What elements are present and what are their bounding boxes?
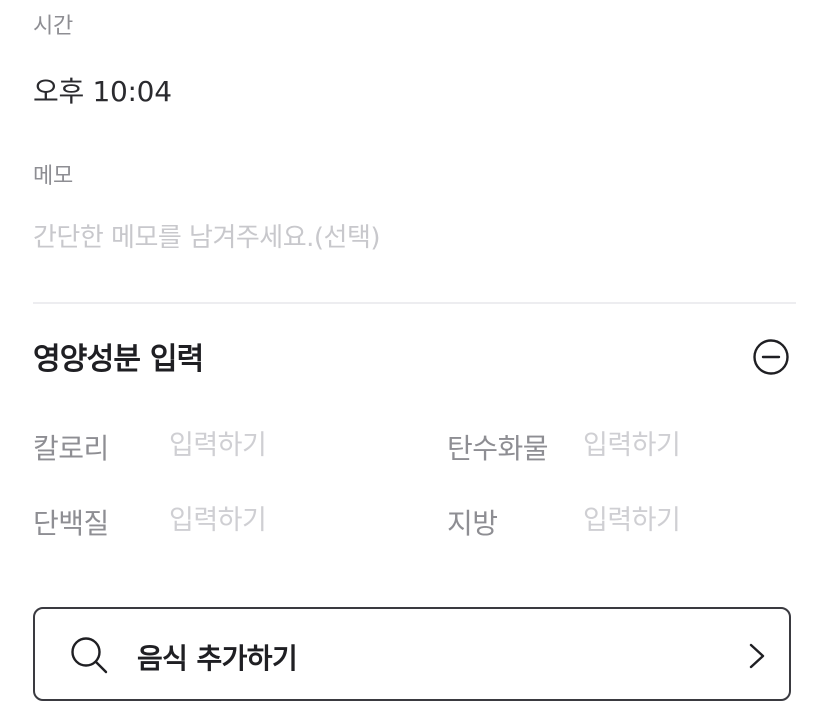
add-food-button[interactable]: 음식 추가하기 <box>33 607 791 701</box>
memo-label: 메모 <box>33 164 73 189</box>
add-food-label: 음식 추가하기 <box>137 642 298 675</box>
carbohydrate-label: 탄수화물 <box>447 432 549 465</box>
search-icon <box>71 637 108 674</box>
protein-label: 단백질 <box>33 507 109 540</box>
nutrition-section-title: 영양성분 입력 <box>33 342 204 377</box>
carbohydrate-input[interactable] <box>583 425 793 465</box>
chevron-right-icon <box>749 643 765 669</box>
time-value[interactable]: 오후 10:04 <box>33 70 172 110</box>
calories-label: 칼로리 <box>33 432 109 465</box>
minus-circle-icon <box>753 339 789 375</box>
fat-label: 지방 <box>447 507 498 540</box>
calories-input[interactable] <box>169 425 379 465</box>
time-label: 시간 <box>33 14 73 39</box>
collapse-nutrition-button[interactable] <box>752 338 790 376</box>
protein-input[interactable] <box>169 500 379 540</box>
section-divider <box>33 302 796 304</box>
memo-input[interactable] <box>33 218 733 258</box>
fat-input[interactable] <box>583 500 793 540</box>
